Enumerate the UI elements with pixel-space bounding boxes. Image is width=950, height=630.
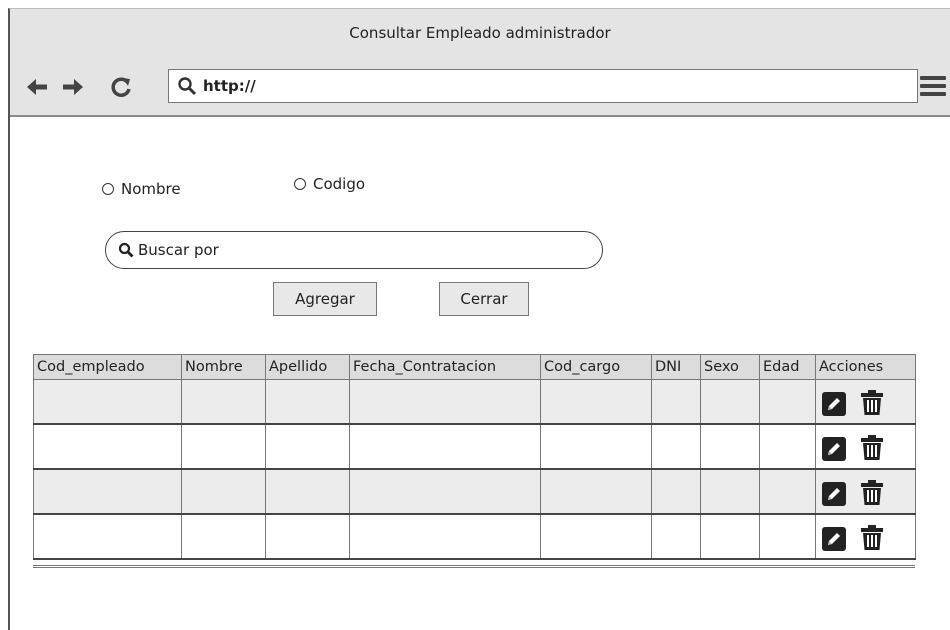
column-header: DNI: [651, 354, 701, 380]
table-cell: [181, 468, 266, 515]
table-row: [33, 468, 916, 515]
table-cell: [181, 379, 266, 425]
actions-cell: [815, 468, 916, 515]
browser-toolbar: http://: [10, 56, 950, 117]
trash-icon[interactable]: [860, 390, 884, 420]
table-row: [33, 423, 916, 470]
edit-icon[interactable]: [822, 527, 846, 555]
trash-icon[interactable]: [860, 435, 884, 465]
column-header: Acciones: [815, 354, 916, 380]
column-header: Sexo: [700, 354, 760, 380]
table-cell: [181, 513, 266, 560]
table-cell: [349, 379, 541, 425]
table-cell: [651, 513, 701, 560]
table-cell: [651, 468, 701, 515]
edit-icon[interactable]: [822, 482, 846, 510]
table-cell: [33, 379, 182, 425]
table-row: [33, 379, 916, 425]
column-header: Cod_empleado: [33, 354, 182, 380]
table-cell: [759, 513, 816, 560]
table-cell: [349, 468, 541, 515]
table-cell: [759, 468, 816, 515]
window-titlebar: Consultar Empleado administrador: [10, 9, 950, 57]
table-cell: [700, 468, 760, 515]
table-cell: [33, 423, 182, 470]
table-cell: [349, 513, 541, 560]
radio-nombre[interactable]: Nombre: [102, 180, 181, 198]
radio-circle-icon[interactable]: [294, 178, 306, 190]
column-header: Nombre: [181, 354, 266, 380]
actions-cell: [815, 423, 916, 470]
column-header: Fecha_Contratacion: [349, 354, 541, 380]
table-cell: [651, 379, 701, 425]
table-cell: [651, 423, 701, 470]
actions-cell: [815, 379, 916, 425]
table-row: [33, 513, 916, 560]
table-cell: [700, 513, 760, 560]
cerrar-button[interactable]: Cerrar: [439, 282, 529, 316]
table-cell: [265, 468, 350, 515]
table-cell: [759, 423, 816, 470]
table-cell: [540, 423, 652, 470]
table-cell: [181, 423, 266, 470]
search-input[interactable]: Buscar por: [105, 231, 603, 269]
radio-circle-icon[interactable]: [102, 183, 114, 195]
table-cell: [540, 513, 652, 560]
search-placeholder: Buscar por: [138, 241, 219, 259]
agregar-label: Agregar: [295, 290, 355, 308]
search-icon: [177, 76, 197, 96]
table-cell: [265, 379, 350, 425]
table-cell: [540, 468, 652, 515]
cerrar-label: Cerrar: [460, 290, 508, 308]
employees-table: Cod_empleado Nombre Apellido Fecha_Contr…: [33, 354, 916, 560]
table-cell: [349, 423, 541, 470]
column-header: Edad: [759, 354, 816, 380]
arrow-right-icon[interactable]: [60, 74, 86, 100]
hamburger-menu-icon[interactable]: [920, 73, 946, 99]
table-cell: [700, 379, 760, 425]
table-cell: [265, 423, 350, 470]
column-header: Apellido: [265, 354, 350, 380]
radio-nombre-label: Nombre: [121, 180, 181, 198]
agregar-button[interactable]: Agregar: [273, 282, 377, 316]
table-cell: [265, 513, 350, 560]
radio-codigo[interactable]: Codigo: [294, 175, 365, 193]
arrow-left-icon[interactable]: [24, 74, 50, 100]
table-cell: [540, 379, 652, 425]
reload-icon[interactable]: [108, 74, 134, 100]
url-bar[interactable]: http://: [168, 69, 918, 103]
actions-cell: [815, 513, 916, 560]
url-text: http://: [203, 77, 256, 95]
table-cell: [33, 468, 182, 515]
column-header: Cod_cargo: [540, 354, 652, 380]
trash-icon[interactable]: [860, 525, 884, 555]
table-bottom-edge: [33, 565, 915, 568]
window-title: Consultar Empleado administrador: [349, 23, 611, 42]
edit-icon[interactable]: [822, 392, 846, 420]
table-header-row: Cod_empleado Nombre Apellido Fecha_Contr…: [33, 354, 916, 380]
table-cell: [33, 513, 182, 560]
edit-icon[interactable]: [822, 437, 846, 465]
trash-icon[interactable]: [860, 480, 884, 510]
table-cell: [759, 379, 816, 425]
table-cell: [700, 423, 760, 470]
radio-codigo-label: Codigo: [313, 175, 366, 193]
search-icon: [118, 242, 134, 258]
